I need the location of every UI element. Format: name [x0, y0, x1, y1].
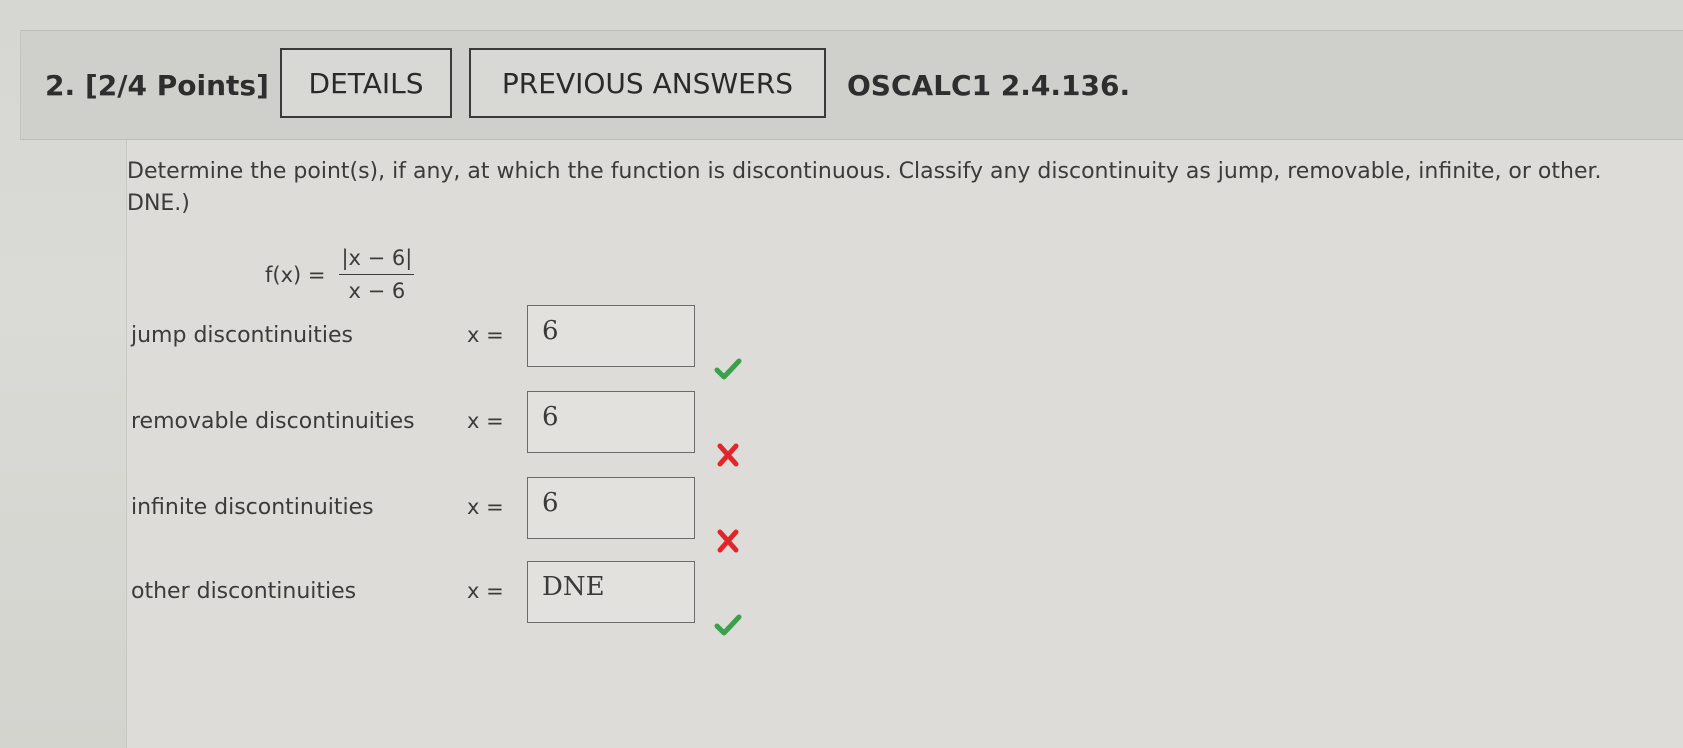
function-fraction: |x − 6| x − 6 — [339, 246, 415, 303]
cross-icon — [717, 443, 739, 467]
check-icon — [714, 358, 742, 380]
answer-row-removable: removable discontinuities x = 6 — [127, 391, 827, 467]
infinite-answer-field[interactable]: 6 — [527, 477, 695, 539]
check-icon — [714, 614, 742, 636]
function-denominator: x − 6 — [348, 279, 406, 303]
row-label: infinite discontinuities — [131, 495, 374, 520]
variable-label: x = — [467, 579, 504, 603]
row-label: jump discontinuities — [131, 323, 353, 348]
answer-row-jump: jump discontinuities x = 6 — [127, 305, 827, 380]
prompt-line-2: DNE.) — [127, 191, 190, 216]
question-prompt: Determine the point(s), if any, at which… — [127, 156, 1683, 220]
answer-row-infinite: infinite discontinuities x = 6 — [127, 477, 827, 553]
variable-label: x = — [467, 323, 504, 347]
cross-icon — [717, 529, 739, 553]
row-label: removable discontinuities — [131, 409, 415, 434]
function-lhs: f(x) = — [265, 262, 326, 287]
assignment-page: 2. [2/4 Points] DETAILS PREVIOUS ANSWERS… — [0, 0, 1683, 748]
question-number: 2. — [45, 69, 76, 102]
prompt-line-1: Determine the point(s), if any, at which… — [127, 159, 1602, 184]
previous-answers-button[interactable]: PREVIOUS ANSWERS — [469, 48, 826, 118]
jump-answer-field[interactable]: 6 — [527, 305, 695, 367]
other-answer-field[interactable]: DNE — [527, 561, 695, 623]
variable-label: x = — [467, 495, 504, 519]
function-expression: f(x) = |x − 6| x − 6 — [265, 246, 415, 303]
details-button[interactable]: DETAILS — [280, 48, 452, 118]
removable-answer-field[interactable]: 6 — [527, 391, 695, 453]
question-header: 2. [2/4 Points] DETAILS PREVIOUS ANSWERS… — [20, 30, 1683, 140]
variable-label: x = — [467, 409, 504, 433]
row-label: other discontinuities — [131, 579, 357, 604]
points-score: [2/4 Points] — [85, 69, 269, 102]
question-source: OSCALC1 2.4.136. — [847, 69, 1131, 102]
question-body: Determine the point(s), if any, at which… — [126, 140, 1683, 748]
function-numerator: |x − 6| — [339, 246, 415, 275]
answer-row-other: other discontinuities x = DNE — [127, 561, 827, 636]
